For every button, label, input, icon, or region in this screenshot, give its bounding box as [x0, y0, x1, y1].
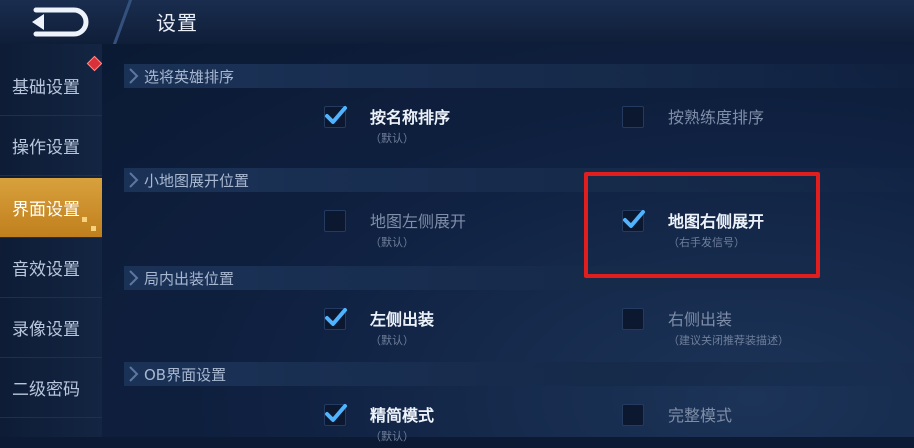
- settings-sidebar: 基础设置 操作设置 界面设置 音效设置 录像设置 二级密码: [0, 44, 103, 437]
- checkmark-icon: [325, 106, 347, 124]
- option-label: 精简模式: [370, 406, 435, 425]
- option-note: （建议关闭推荐装描述）: [668, 334, 789, 347]
- option-minimap-left[interactable]: 地图左侧展开 （默认）: [324, 210, 524, 254]
- option-note: （默认）: [370, 236, 414, 249]
- option-label: 按名称排序: [370, 108, 451, 127]
- sidebar-item-label: 音效设置: [12, 260, 80, 280]
- sidebar-item-interface[interactable]: 界面设置: [0, 178, 102, 238]
- option-sort-by-name[interactable]: 按名称排序 （默认）: [324, 106, 524, 150]
- checkbox[interactable]: [324, 308, 347, 330]
- checkmark-icon: [325, 308, 347, 326]
- option-note: （默认）: [370, 334, 414, 347]
- highlight-annotation: [584, 172, 820, 278]
- option-note: （默认）: [370, 430, 414, 443]
- back-button[interactable]: [22, 6, 96, 38]
- option-ob-full[interactable]: 完整模式: [622, 404, 822, 448]
- checkmark-icon: [325, 404, 347, 422]
- checkbox[interactable]: [622, 404, 644, 426]
- chevron-right-icon: [129, 172, 139, 188]
- section-title: 局内出装位置: [144, 270, 235, 288]
- chevron-right-icon: [129, 68, 139, 84]
- option-note: （默认）: [370, 132, 414, 145]
- checkbox[interactable]: [324, 404, 347, 426]
- option-sort-by-proficiency[interactable]: 按熟练度排序: [622, 106, 822, 150]
- option-label: 左侧出装: [370, 310, 435, 329]
- sidebar-item-label: 操作设置: [12, 138, 80, 158]
- top-bar: 设置: [0, 0, 914, 45]
- section-title: 选将英雄排序: [144, 68, 235, 86]
- sidebar-item-basic[interactable]: 基础设置: [0, 56, 102, 116]
- option-label: 地图左侧展开: [370, 212, 467, 231]
- section-title: OB界面设置: [144, 366, 227, 384]
- section-ob-interface: OB界面设置: [124, 362, 914, 386]
- checkbox[interactable]: [324, 210, 346, 232]
- checkbox[interactable]: [324, 106, 347, 128]
- page-title: 设置: [156, 11, 198, 35]
- back-arrow-icon: [32, 7, 89, 37]
- option-label: 右侧出装: [668, 310, 733, 329]
- section-title: 小地图展开位置: [144, 172, 250, 190]
- sidebar-item-label: 二级密码: [12, 380, 80, 400]
- checkbox[interactable]: [622, 106, 644, 128]
- sidebar-item-label: 录像设置: [12, 320, 80, 340]
- chevron-right-icon: [129, 270, 139, 286]
- chevron-right-icon: [129, 366, 139, 382]
- sidebar-item-replay[interactable]: 录像设置: [0, 298, 102, 358]
- option-label: 完整模式: [668, 406, 733, 425]
- section-hero-sort: 选将英雄排序: [124, 64, 914, 88]
- sidebar-item-label: 基础设置: [12, 78, 80, 98]
- option-shop-right[interactable]: 右侧出装 （建议关闭推荐装描述）: [622, 308, 862, 352]
- checkbox[interactable]: [622, 308, 644, 330]
- sidebar-item-controls[interactable]: 操作设置: [0, 116, 102, 176]
- sidebar-item-label: 界面设置: [12, 200, 80, 220]
- option-label: 按熟练度排序: [668, 108, 765, 127]
- sidebar-item-secondary-password[interactable]: 二级密码: [0, 358, 102, 418]
- option-shop-left[interactable]: 左侧出装 （默认）: [324, 308, 524, 352]
- sidebar-item-audio[interactable]: 音效设置: [0, 238, 102, 298]
- option-ob-simple[interactable]: 精简模式 （默认）: [324, 404, 524, 448]
- header-divider: [108, 0, 138, 44]
